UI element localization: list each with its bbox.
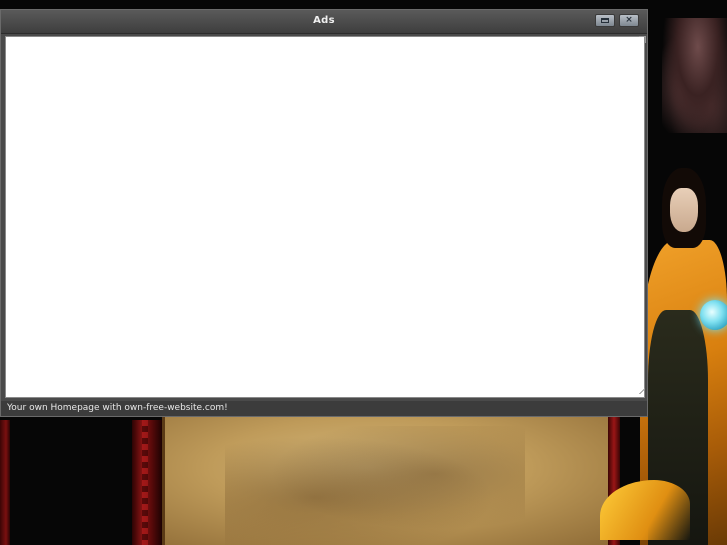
ads-window[interactable]: Ads × Your own Homepage with own-free-we…	[0, 9, 648, 417]
game-background-creature	[662, 18, 727, 133]
character-orb	[700, 300, 727, 330]
desktop: Ads × Your own Homepage with own-free-we…	[0, 0, 727, 545]
character-sash	[600, 480, 690, 540]
game-background-left-border	[0, 420, 10, 545]
maximize-icon	[601, 18, 609, 23]
game-background-parchment-panel	[162, 416, 620, 545]
close-button[interactable]: ×	[619, 14, 639, 27]
character-face	[670, 188, 698, 232]
close-icon: ×	[625, 15, 633, 25]
resize-grip-icon[interactable]	[639, 388, 645, 394]
maximize-button[interactable]	[595, 14, 615, 27]
content-corner-marker	[639, 36, 646, 43]
window-title: Ads	[313, 15, 335, 26]
window-statusbar: Your own Homepage with own-free-website.…	[1, 401, 647, 416]
ad-content-area[interactable]	[5, 36, 645, 398]
status-text[interactable]: Your own Homepage with own-free-website.…	[7, 403, 228, 413]
window-titlebar[interactable]: Ads ×	[1, 10, 647, 34]
game-background-red-pillar	[132, 420, 162, 545]
